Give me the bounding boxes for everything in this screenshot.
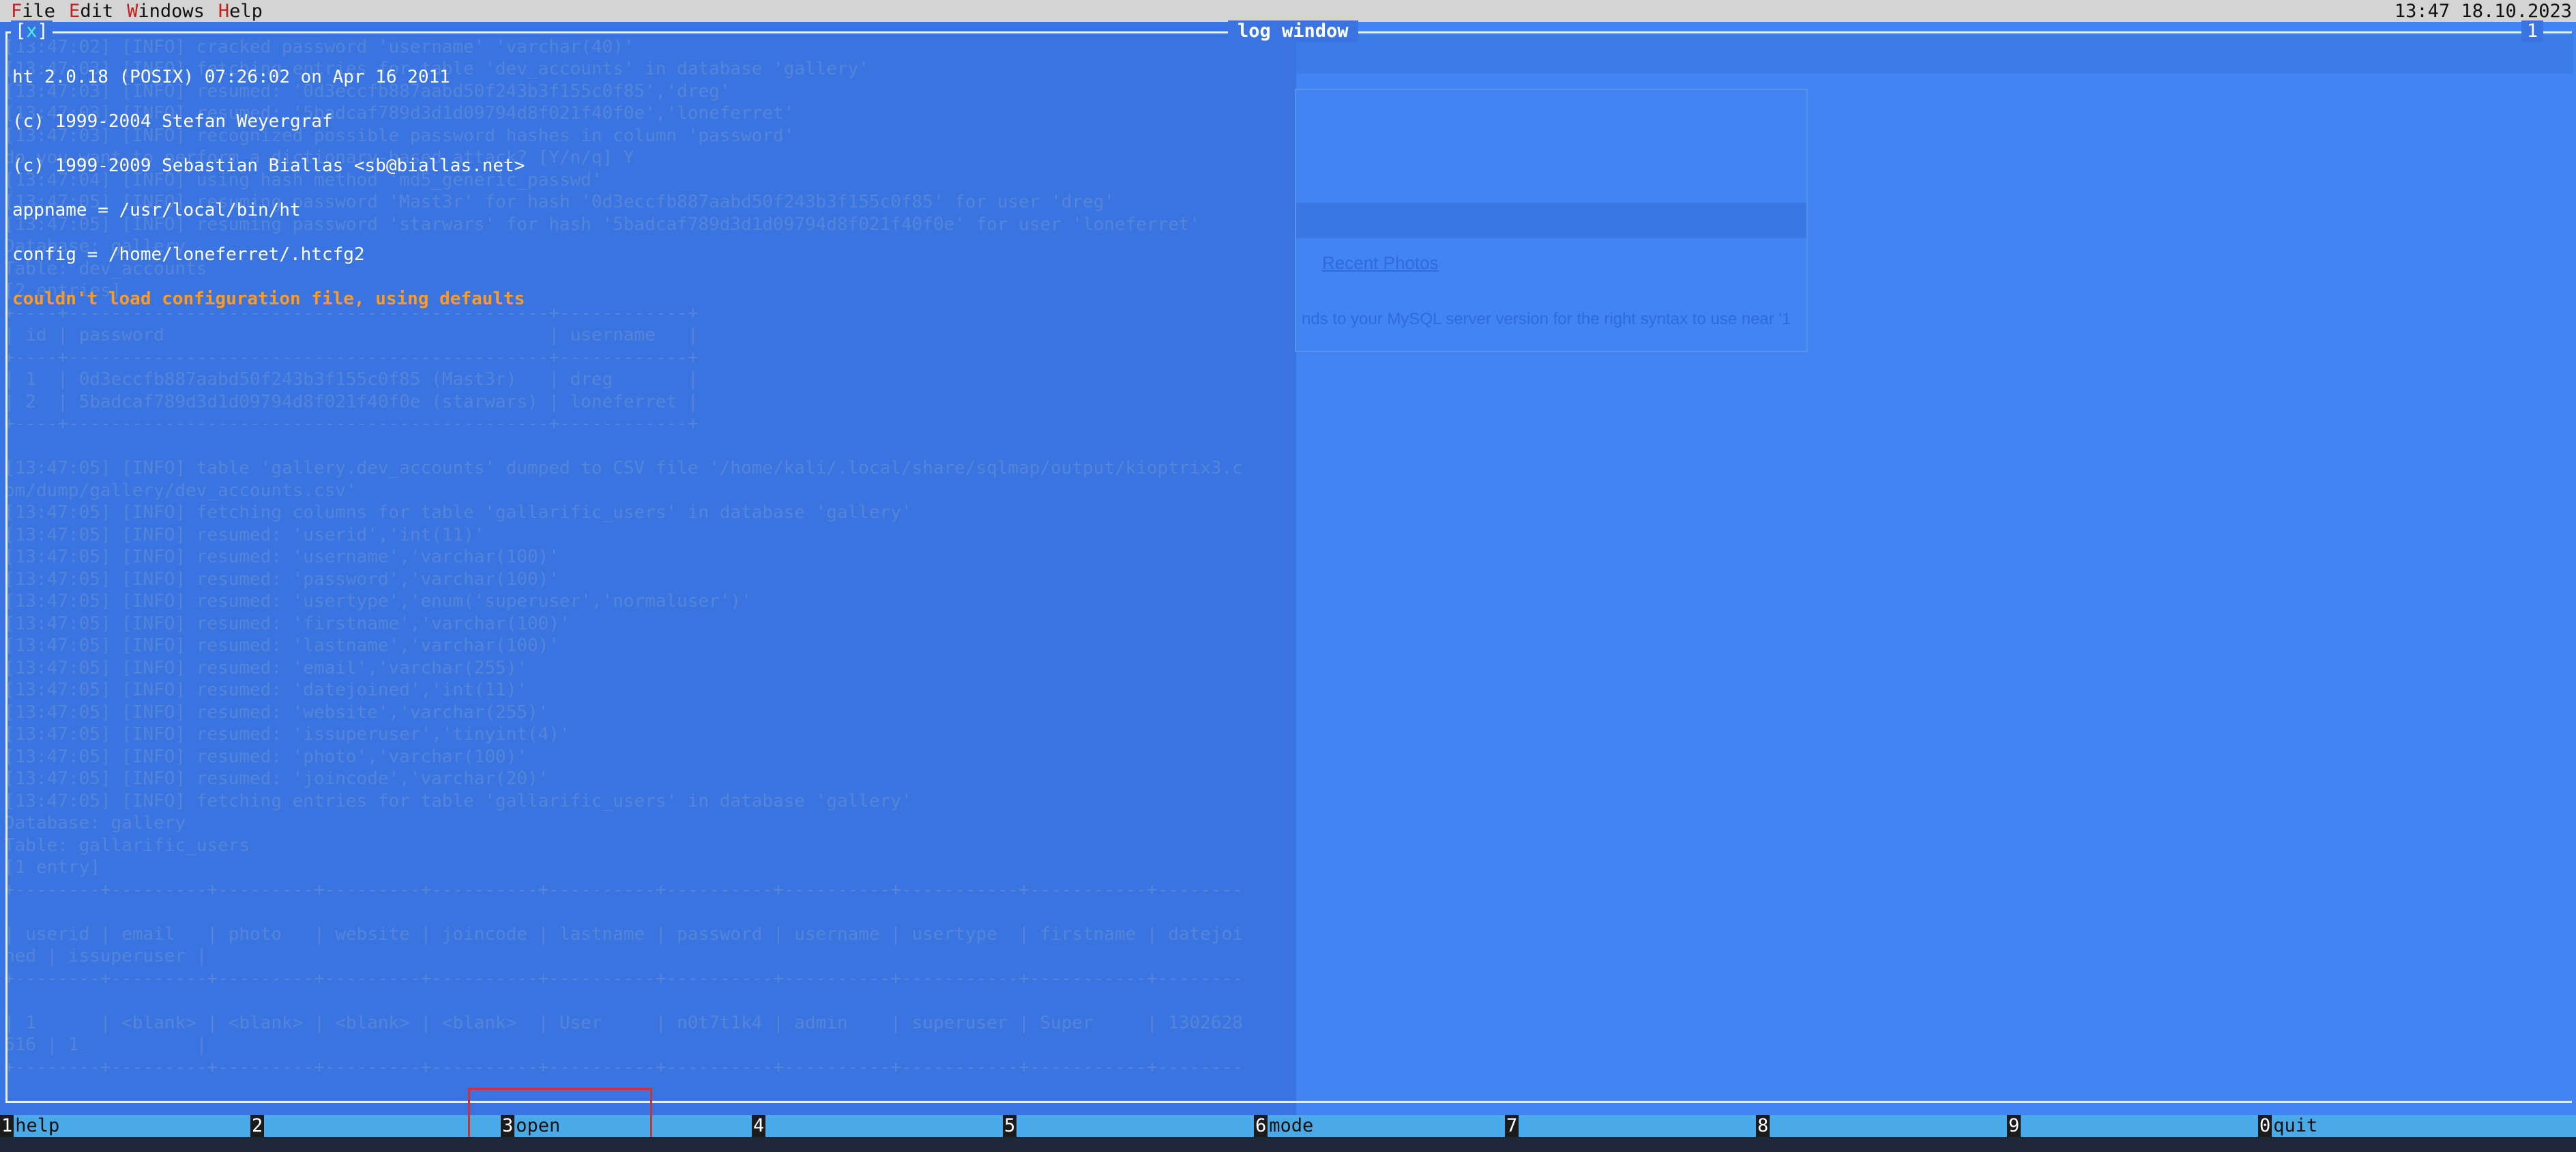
menu-help-hotkey: H	[218, 0, 230, 22]
function-key-bar: 1 help 2 3 open 4 5 6 mode 7 8 9 0 quit	[0, 1115, 2576, 1137]
log-line: ht 2.0.18 (POSIX) 07:26:02 on Apr 16 201…	[12, 66, 450, 87]
menu-edit[interactable]: Edit	[58, 1, 116, 22]
fkey-label	[1519, 1115, 1520, 1136]
fkey-number: 0	[2258, 1115, 2272, 1137]
fkey-label	[1016, 1115, 1018, 1136]
fkey-7[interactable]: 7	[1505, 1115, 1520, 1137]
menu-bar: File Edit Windows Help 13:47 18.10.2023	[0, 0, 2576, 22]
fkey-label: quit	[2273, 1115, 2318, 1136]
menu-edit-label: dit	[80, 0, 114, 22]
fkey-label: mode	[1269, 1115, 1314, 1136]
log-line: (c) 1999-2009 Sebastian Biallas <sb@bial…	[12, 155, 525, 176]
fkey-label	[765, 1115, 767, 1136]
fkey-2[interactable]: 2	[250, 1115, 265, 1137]
bottom-strip	[0, 1137, 2576, 1152]
fkey-number: 5	[1003, 1115, 1017, 1137]
fkey-mode[interactable]: 6 mode	[1254, 1115, 1313, 1137]
menu-file[interactable]: File	[0, 1, 58, 22]
log-warning: couldn't load configuration file, using …	[12, 288, 525, 309]
menu-edit-hotkey: E	[69, 0, 80, 22]
fkey-label	[2021, 1115, 2022, 1136]
fkey-number: 2	[250, 1115, 265, 1137]
fkey-number: 6	[1254, 1115, 1268, 1137]
log-line: config = /home/loneferret/.htcfg2	[12, 244, 365, 265]
fkey-5[interactable]: 5	[1003, 1115, 1018, 1137]
fkey-quit[interactable]: 0 quit	[2258, 1115, 2317, 1137]
fkey-8[interactable]: 8	[1756, 1115, 1771, 1137]
clock: 13:47 18.10.2023	[2394, 0, 2572, 22]
fkey-number: 9	[2007, 1115, 2021, 1137]
fkey-4[interactable]: 4	[752, 1115, 767, 1137]
fkey-help[interactable]: 1 help	[0, 1115, 59, 1137]
menu-file-label: ile	[22, 0, 56, 22]
fkey-number: 8	[1756, 1115, 1770, 1137]
fkey-number: 4	[752, 1115, 766, 1137]
log-line: (c) 1999-2004 Stefan Weyergraf	[12, 111, 333, 132]
fkey-label: help	[15, 1115, 60, 1136]
menu-file-hotkey: F	[11, 0, 23, 22]
fkey-label	[1770, 1115, 1771, 1136]
menu-help[interactable]: Help	[207, 1, 265, 22]
window-number: 1	[2521, 20, 2543, 42]
window-title: log window	[1228, 20, 1358, 42]
menu-windows-hotkey: W	[127, 0, 138, 22]
fkey-label	[264, 1115, 265, 1136]
menu-help-label: elp	[229, 0, 263, 22]
log-line: appname = /usr/local/bin/ht	[12, 199, 301, 220]
menu-windows-label: indows	[138, 0, 205, 22]
open-highlight-box	[468, 1088, 652, 1144]
close-icon: x	[26, 20, 38, 42]
close-button[interactable]: [x]	[11, 20, 53, 42]
menu-windows[interactable]: Windows	[116, 1, 207, 22]
fkey-number: 7	[1505, 1115, 1519, 1137]
fkey-number: 1	[0, 1115, 14, 1137]
log-content: ht 2.0.18 (POSIX) 07:26:02 on Apr 16 201…	[12, 44, 525, 332]
fkey-9[interactable]: 9	[2007, 1115, 2022, 1137]
